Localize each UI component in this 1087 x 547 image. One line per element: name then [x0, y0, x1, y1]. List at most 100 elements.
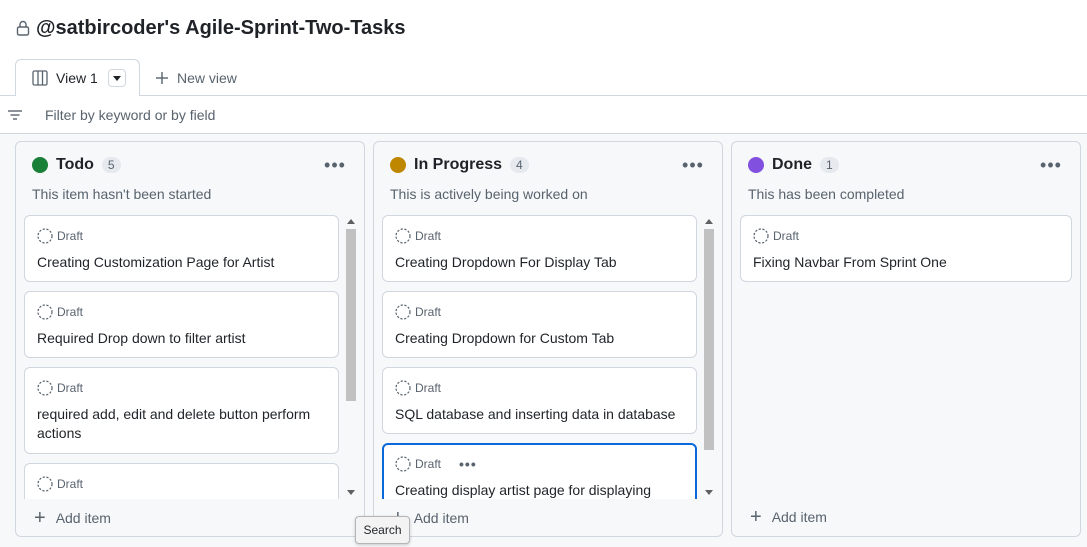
- draft-label: Draft: [415, 305, 442, 319]
- draft-label: Draft: [415, 457, 442, 471]
- item-card[interactable]: Draft Required Drop down to filter artis…: [24, 291, 339, 358]
- draft-label: Draft: [57, 229, 84, 243]
- draft-icon: [37, 228, 53, 244]
- add-item-label: Add item: [55, 510, 111, 526]
- draft-icon: [753, 228, 769, 244]
- filter-input[interactable]: Filter by keyword or by field: [45, 107, 215, 123]
- project-title: @satbircoder's Agile-Sprint-Two-Tasks: [36, 16, 406, 39]
- column-more-options-icon[interactable]: •••: [682, 155, 703, 175]
- project-header: @satbircoder's Agile-Sprint-Two-Tasks Vi…: [0, 0, 1087, 97]
- card-title[interactable]: required add, edit and delete button per…: [37, 405, 327, 443]
- card-more-options-icon[interactable]: •••: [459, 456, 477, 472]
- add-item-button[interactable]: + Add item: [750, 506, 827, 528]
- tab-label: View 1: [56, 70, 98, 86]
- item-card[interactable]: Draft Creating Dropdown For Display Tab: [382, 215, 697, 282]
- caret-down-icon: [112, 75, 121, 81]
- column-description: This item hasn't been started: [32, 186, 212, 202]
- draft-icon: [395, 456, 411, 472]
- draft-icon: [395, 380, 411, 396]
- draft-label: Draft: [415, 229, 442, 243]
- column-header: Done 1: [748, 156, 839, 174]
- draft-label: Draft: [57, 381, 84, 395]
- view-tabs: View 1 New view: [15, 59, 237, 97]
- plus-icon: [156, 71, 168, 84]
- item-card[interactable]: Draft required add, edit and delete butt…: [24, 367, 339, 454]
- card-list: Draft Fixing Navbar From Sprint One: [740, 215, 1074, 499]
- view-options-button[interactable]: [107, 69, 126, 87]
- column-in-progress: In Progress 4 ••• This is actively being…: [373, 141, 723, 537]
- item-count-badge: 4: [510, 157, 529, 173]
- column-todo: Todo 5 ••• This item hasn't been started…: [15, 141, 365, 537]
- draft-status: Draft: [37, 476, 83, 492]
- draft-status: Draft: [395, 228, 441, 244]
- status-dot-icon: [32, 157, 48, 173]
- draft-status: Draft: [395, 380, 441, 396]
- status-dot-icon: [390, 157, 406, 173]
- card-title[interactable]: Fixing Navbar From Sprint One: [753, 253, 1043, 272]
- draft-status: Draft: [37, 304, 83, 320]
- card-title[interactable]: Creating Customization Page for Artist: [37, 253, 327, 272]
- draft-label: Draft: [57, 477, 84, 491]
- draft-icon: [37, 476, 53, 492]
- draft-status: Draft: [753, 228, 799, 244]
- column-description: This is actively being worked on: [390, 186, 588, 202]
- column-name: Todo: [56, 156, 94, 173]
- add-item-button[interactable]: + Add item: [34, 507, 111, 529]
- title-row: @satbircoder's Agile-Sprint-Two-Tasks: [16, 14, 406, 42]
- add-item-label: Add item: [413, 510, 469, 526]
- column-name: Done: [772, 156, 812, 173]
- column-more-options-icon[interactable]: •••: [1040, 155, 1061, 175]
- scroll-down-arrow-icon[interactable]: [347, 490, 355, 495]
- board-icon: [32, 70, 48, 86]
- lock-icon: [16, 20, 30, 36]
- draft-icon: [37, 304, 53, 320]
- column-more-options-icon[interactable]: •••: [324, 155, 345, 175]
- card-title[interactable]: Creating Dropdown for Custom Tab: [395, 329, 685, 348]
- item-card[interactable]: Draft Fixing Navbar From Sprint One: [740, 215, 1072, 282]
- new-view-label: New view: [177, 69, 237, 86]
- column-header: Todo 5: [32, 156, 121, 174]
- item-card[interactable]: Draft Creating Customization Page for Ar…: [24, 215, 339, 282]
- column-done: Done 1 ••• This has been completed Draft…: [731, 141, 1081, 537]
- add-item-label: Add item: [771, 509, 827, 525]
- filter-icon: [8, 109, 22, 120]
- tab-view-1[interactable]: View 1: [15, 59, 140, 97]
- draft-status: Draft: [395, 304, 441, 320]
- card-list: Draft Creating Dropdown For Display Tab …: [382, 215, 697, 499]
- draft-icon: [37, 380, 53, 396]
- draft-icon: [395, 304, 411, 320]
- plus-icon: +: [750, 506, 762, 528]
- card-list-scrollbar[interactable]: [344, 215, 358, 499]
- item-card[interactable]: Draft Creating Dropdown for Custom Tab: [382, 291, 697, 358]
- plus-icon: +: [34, 507, 46, 529]
- draft-status: Draft: [37, 228, 83, 244]
- item-card-selected[interactable]: Draft ••• Creating display artist page f…: [382, 443, 697, 499]
- scroll-up-arrow-icon[interactable]: [347, 219, 355, 224]
- draft-status: Draft: [37, 380, 83, 396]
- card-title[interactable]: Creating Dropdown For Display Tab: [395, 253, 685, 272]
- draft-icon: [395, 228, 411, 244]
- column-header: In Progress 4: [390, 156, 529, 174]
- scrollbar-thumb[interactable]: [704, 229, 714, 450]
- draft-label: Draft: [415, 381, 442, 395]
- scroll-up-arrow-icon[interactable]: [705, 219, 713, 224]
- item-card[interactable]: Draft: [24, 463, 339, 499]
- card-title[interactable]: SQL database and inserting data in datab…: [395, 405, 685, 424]
- card-title[interactable]: Creating display artist page for display…: [395, 481, 685, 499]
- card-title[interactable]: Required Drop down to filter artist: [37, 329, 327, 348]
- status-dot-icon: [748, 157, 764, 173]
- card-list: Draft Creating Customization Page for Ar…: [24, 215, 339, 499]
- item-count-badge: 1: [820, 157, 839, 173]
- card-list-scrollbar[interactable]: [702, 215, 716, 499]
- draft-label: Draft: [57, 305, 84, 319]
- scroll-down-arrow-icon[interactable]: [705, 490, 713, 495]
- column-description: This has been completed: [748, 186, 905, 202]
- draft-label: Draft: [773, 229, 800, 243]
- scrollbar-thumb[interactable]: [346, 229, 356, 401]
- column-name: In Progress: [414, 156, 503, 173]
- new-view-button[interactable]: New view: [140, 59, 237, 96]
- filter-bar[interactable]: Filter by keyword or by field: [0, 96, 1087, 134]
- item-card[interactable]: Draft SQL database and inserting data in…: [382, 367, 697, 434]
- item-count-badge: 5: [101, 157, 121, 173]
- search-tooltip: Search: [355, 516, 410, 544]
